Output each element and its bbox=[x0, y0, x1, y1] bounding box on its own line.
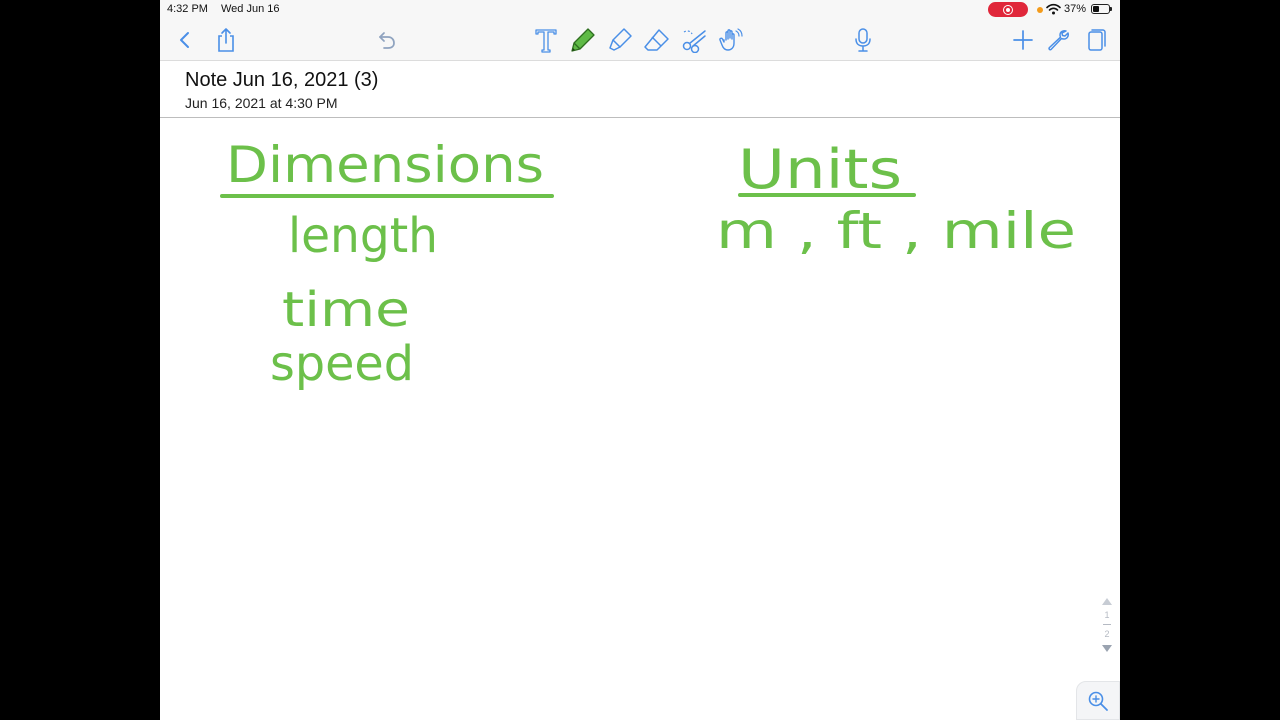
pages-icon bbox=[1088, 29, 1106, 51]
note-header: Note Jun 16, 2021 (3) Jun 16, 2021 at 4:… bbox=[160, 61, 1120, 118]
text-tool-icon bbox=[535, 29, 557, 53]
zoom-in-magnifier-icon bbox=[1088, 691, 1108, 711]
pen-tool-button[interactable] bbox=[569, 26, 597, 54]
settings-wrench-icon bbox=[1048, 30, 1069, 51]
zoom-button[interactable] bbox=[1076, 681, 1120, 720]
handwriting-canvas[interactable]: Dimensions length time speed Units m , f… bbox=[160, 118, 1120, 720]
battery-icon bbox=[1091, 4, 1112, 14]
status-time: 4:32 PM bbox=[167, 3, 208, 15]
ipad-screen: 4:32 PM Wed Jun 16 37% Note Jun 16, 2021… bbox=[160, 0, 1120, 720]
highlighter-tool-icon bbox=[609, 28, 632, 51]
eraser-tool-button[interactable] bbox=[643, 26, 671, 54]
text-tool-button[interactable] bbox=[532, 26, 560, 54]
hand-gesture-button[interactable] bbox=[717, 26, 745, 54]
microphone-button[interactable] bbox=[849, 26, 877, 54]
page-total: 2 bbox=[1104, 629, 1110, 639]
page-down-arrow-icon[interactable] bbox=[1101, 644, 1113, 654]
lasso-scissors-icon bbox=[682, 30, 706, 53]
page-indicator: 1 2 bbox=[1096, 594, 1118, 660]
pages-button[interactable] bbox=[1081, 26, 1109, 54]
battery-percent: 37% bbox=[1064, 3, 1087, 15]
heading-dimensions: Dimensions bbox=[226, 136, 544, 194]
status-date: Wed Jun 16 bbox=[221, 3, 280, 15]
pen-tool-icon bbox=[571, 28, 595, 52]
settings-button[interactable] bbox=[1044, 26, 1072, 54]
share-button[interactable] bbox=[212, 26, 240, 54]
note-title[interactable]: Note Jun 16, 2021 (3) bbox=[185, 69, 378, 92]
status-bar: 4:32 PM Wed Jun 16 37% bbox=[160, 0, 1120, 20]
highlighter-tool-button[interactable] bbox=[606, 26, 634, 54]
add-icon bbox=[1013, 30, 1033, 50]
undo-icon bbox=[379, 32, 395, 49]
eraser-tool-icon bbox=[644, 29, 669, 51]
mic-in-use-icon bbox=[1037, 7, 1043, 13]
add-button[interactable] bbox=[1009, 26, 1037, 54]
share-icon bbox=[218, 28, 234, 52]
toolbar bbox=[160, 20, 1120, 61]
screen-record-icon bbox=[988, 2, 1028, 17]
heading-units: Units bbox=[738, 138, 902, 201]
wifi-icon bbox=[1046, 3, 1061, 15]
ink-layer: Dimensions length time speed Units m , f… bbox=[220, 136, 1076, 392]
units-list: m , ft , mile bbox=[716, 202, 1076, 260]
lasso-scissors-button[interactable] bbox=[681, 26, 709, 54]
microphone-icon bbox=[855, 28, 871, 52]
back-chevron-icon bbox=[180, 32, 189, 48]
page-current: 1 bbox=[1104, 610, 1110, 620]
page-up-arrow-icon[interactable] bbox=[1101, 596, 1113, 606]
undo-button[interactable] bbox=[372, 26, 400, 54]
item-speed: speed bbox=[270, 336, 414, 392]
note-timestamp: Jun 16, 2021 at 4:30 PM bbox=[185, 95, 338, 111]
hand-gesture-icon bbox=[719, 28, 743, 51]
item-length: length bbox=[288, 208, 438, 264]
item-time: time bbox=[282, 282, 410, 338]
back-button[interactable] bbox=[171, 26, 199, 54]
page-separator bbox=[1103, 624, 1111, 625]
